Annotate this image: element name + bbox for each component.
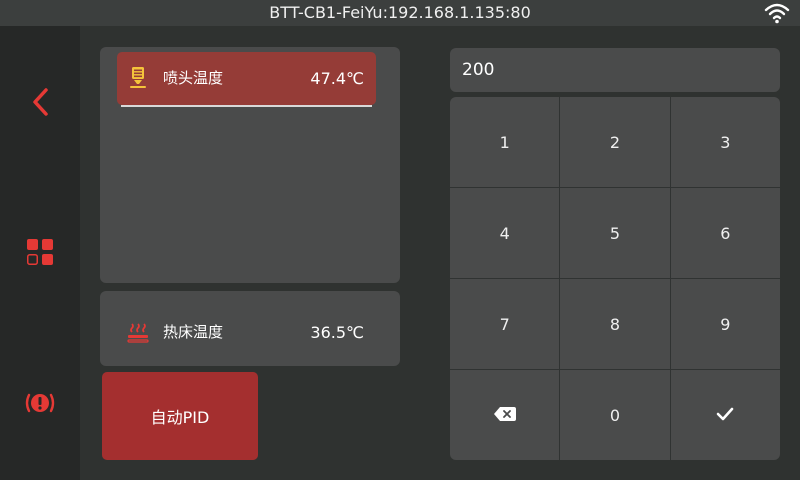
key-5[interactable]: 5 bbox=[560, 188, 670, 278]
key-9[interactable]: 9 bbox=[670, 279, 780, 369]
bed-temp-value: 36.5℃ bbox=[310, 323, 364, 342]
key-7[interactable]: 7 bbox=[450, 279, 560, 369]
key-confirm[interactable] bbox=[670, 370, 780, 460]
key-2[interactable]: 2 bbox=[560, 97, 670, 187]
numeric-keypad: 1 2 3 4 5 6 7 8 9 0 bbox=[450, 97, 780, 460]
auto-pid-button[interactable]: 自动PID bbox=[102, 372, 258, 460]
nozzle-icon bbox=[127, 66, 149, 90]
temperature-input[interactable]: 200 bbox=[450, 48, 780, 92]
back-button[interactable] bbox=[0, 74, 80, 134]
device-title: BTT-CB1-FeiYu:192.168.1.135:80 bbox=[269, 3, 531, 22]
extruder-temp-row[interactable]: 喷头温度 47.4℃ bbox=[117, 52, 376, 107]
menu-button[interactable] bbox=[0, 224, 80, 284]
wifi-icon bbox=[764, 2, 790, 28]
key-3[interactable]: 3 bbox=[670, 97, 780, 187]
key-8[interactable]: 8 bbox=[560, 279, 670, 369]
temperature-input-value: 200 bbox=[462, 60, 495, 80]
bed-label: 热床温度 bbox=[163, 323, 224, 341]
bed-temp-row[interactable]: 热床温度 36.5℃ bbox=[117, 306, 376, 359]
grid-menu-icon bbox=[26, 238, 54, 270]
extruder-temp-value: 47.4℃ bbox=[310, 69, 364, 88]
sidebar bbox=[0, 26, 80, 480]
key-backspace[interactable] bbox=[450, 370, 560, 460]
backspace-icon bbox=[493, 406, 516, 425]
heated-bed-icon bbox=[127, 320, 149, 344]
extruder-label: 喷头温度 bbox=[163, 69, 224, 87]
key-0[interactable]: 0 bbox=[560, 370, 670, 460]
status-bar: BTT-CB1-FeiYu:192.168.1.135:80 bbox=[0, 0, 800, 26]
key-4[interactable]: 4 bbox=[450, 188, 560, 278]
key-6[interactable]: 6 bbox=[670, 188, 780, 278]
checkmark-icon bbox=[716, 406, 734, 425]
emergency-stop-button[interactable] bbox=[0, 375, 80, 435]
emergency-stop-icon bbox=[24, 390, 56, 420]
back-arrow-icon bbox=[30, 87, 50, 121]
key-1[interactable]: 1 bbox=[450, 97, 560, 187]
